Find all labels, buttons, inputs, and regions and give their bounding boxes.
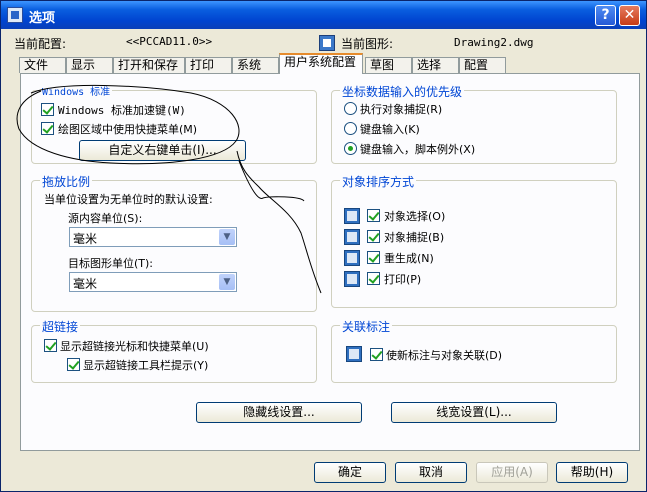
- cancel-button[interactable]: 取消: [395, 462, 467, 483]
- associative-checkbox[interactable]: [370, 348, 383, 361]
- shortcut-menus-checkbox[interactable]: [41, 122, 54, 135]
- sorting-title: 对象排序方式: [340, 173, 417, 190]
- window-title: 选项: [29, 11, 56, 26]
- hyperlink-tooltip-label: 显示超链接工具栏提示(Y): [83, 359, 209, 372]
- associative-group: 关联标注 使新标注与对象关联(D): [331, 318, 617, 383]
- sort-object-selection-label: 对象选择(O): [384, 210, 446, 223]
- hyperlink-cursor-label: 显示超链接光标和快捷菜单(U): [60, 340, 209, 353]
- coord-option-keyboard-script-label: 键盘输入，脚本例外(X): [360, 143, 476, 156]
- current-drawing-value: Drawing2.dwg: [454, 36, 534, 49]
- help-button[interactable]: ?: [595, 5, 616, 26]
- hyperlink-cursor-checkbox[interactable]: [44, 339, 57, 352]
- current-profile-label: 当前配置:: [14, 37, 67, 51]
- chevron-down-icon[interactable]: ▼: [219, 274, 235, 290]
- sort-plot-icon: [344, 271, 360, 287]
- sort-plot-checkbox[interactable]: [367, 272, 380, 285]
- target-units-value: 毫米: [73, 277, 98, 291]
- ok-button[interactable]: 确定: [314, 462, 386, 483]
- windows-standard-group: Windows 标准 Windows 标准加速键(W) 绘图区域中使用快捷菜单(…: [31, 83, 317, 164]
- tab-profiles[interactable]: 配置: [459, 57, 506, 73]
- options-dialog: 选项 ? ✕ 当前配置: <<PCCAD11.0>> 当前图形: Drawing…: [0, 0, 647, 492]
- coord-option-keyboard-radio[interactable]: [344, 122, 357, 135]
- sort-regen-label: 重生成(N): [384, 252, 434, 265]
- coord-option-keyboard-label: 键盘输入(K): [360, 123, 420, 136]
- sort-object-selection-checkbox[interactable]: [367, 209, 380, 222]
- tab-panel: Windows 标准 Windows 标准加速键(W) 绘图区域中使用快捷菜单(…: [20, 73, 640, 451]
- tab-open-save[interactable]: 打开和保存: [113, 57, 185, 73]
- shortcut-menus-label: 绘图区域中使用快捷菜单(M): [58, 123, 198, 136]
- sort-object-snap-checkbox[interactable]: [367, 230, 380, 243]
- app-icon: [7, 7, 23, 23]
- sort-object-selection-icon: [344, 208, 360, 224]
- tab-plot[interactable]: 打印: [185, 57, 232, 73]
- sort-object-snap-icon: [344, 229, 360, 245]
- sort-object-snap-label: 对象捕捉(B): [384, 231, 445, 244]
- accel-keys-checkbox[interactable]: [41, 103, 54, 116]
- windows-standard-title: Windows 标准: [40, 83, 113, 98]
- tab-display[interactable]: 显示: [66, 57, 113, 73]
- coord-option-keyboard-script-radio[interactable]: [344, 142, 357, 155]
- tab-user-preferences[interactable]: 用户系统配置: [279, 53, 363, 74]
- source-units-select[interactable]: 毫米 ▼: [69, 227, 237, 247]
- right-click-customize-button[interactable]: 自定义右键单击(I)...: [79, 140, 246, 161]
- hyperlink-title: 超链接: [40, 318, 81, 335]
- apply-button[interactable]: 应用(A): [476, 462, 548, 483]
- current-drawing-label: 当前图形:: [341, 37, 394, 51]
- scale-group: 拖放比例 当单位设置为无单位时的默认设置: 源内容单位(S): 毫米 ▼ 目标图…: [31, 173, 317, 312]
- target-units-select[interactable]: 毫米 ▼: [69, 272, 237, 292]
- title-bar: 选项 ? ✕: [1, 1, 646, 29]
- source-units-value: 毫米: [73, 232, 98, 246]
- coord-input-group: 坐标数据输入的优先级 执行对象捕捉(R) 键盘输入(K) 键盘输入，脚本例外(X…: [331, 83, 617, 164]
- dialog-help-button[interactable]: 帮助(H): [556, 462, 628, 483]
- sorting-group: 对象排序方式 对象选择(O) 对象捕捉(B) 重生成(N) 打印(P): [331, 173, 617, 308]
- coord-option-osnap-label: 执行对象捕捉(R): [360, 103, 443, 116]
- hyperlink-tooltip-checkbox[interactable]: [67, 358, 80, 371]
- tab-selection[interactable]: 选择: [412, 57, 459, 73]
- associative-label: 使新标注与对象关联(D): [386, 349, 503, 362]
- scale-description: 当单位设置为无单位时的默认设置:: [44, 193, 213, 206]
- lineweight-settings-button[interactable]: 线宽设置(L)...: [391, 402, 557, 423]
- tab-files[interactable]: 文件: [19, 57, 66, 73]
- accel-keys-label: Windows 标准加速键(W): [58, 104, 186, 117]
- sort-regen-icon: [344, 250, 360, 266]
- target-units-label: 目标图形单位(T):: [68, 257, 154, 270]
- close-button[interactable]: ✕: [619, 5, 640, 26]
- drawing-icon: [319, 35, 335, 51]
- source-units-label: 源内容单位(S):: [68, 212, 143, 225]
- tab-system[interactable]: 系统: [232, 57, 279, 73]
- associative-title: 关联标注: [340, 318, 393, 335]
- coord-input-title: 坐标数据输入的优先级: [340, 83, 465, 100]
- current-profile-value: <<PCCAD11.0>>: [126, 35, 213, 48]
- hyperlink-group: 超链接 显示超链接光标和快捷菜单(U) 显示超链接工具栏提示(Y): [31, 318, 317, 383]
- sort-regen-checkbox[interactable]: [367, 251, 380, 264]
- tab-drafting[interactable]: 草图: [365, 57, 412, 73]
- scale-title: 拖放比例: [40, 173, 93, 190]
- hidden-line-settings-button[interactable]: 隐藏线设置...: [196, 402, 362, 423]
- coord-option-osnap-radio[interactable]: [344, 102, 357, 115]
- chevron-down-icon[interactable]: ▼: [219, 229, 235, 245]
- associative-dimension-icon: [346, 346, 362, 362]
- sort-plot-label: 打印(P): [384, 273, 422, 286]
